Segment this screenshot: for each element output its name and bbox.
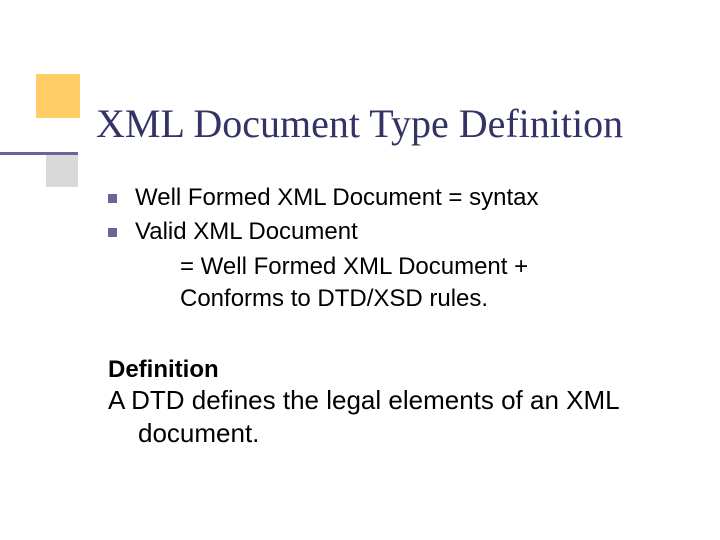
bullet-item: Valid XML Document [108,216,670,248]
sub-line: = Well Formed XML Document + [108,251,670,283]
definition-line: document. [108,417,670,451]
slide-content: Well Formed XML Document = syntax Valid … [108,182,670,451]
decor-square-top [36,74,80,118]
bullet-square-icon [108,228,117,237]
definition-line: A DTD defines the legal elements of an X… [108,384,670,418]
sub-line: Conforms to DTD/XSD rules. [108,283,670,315]
definition-text: A DTD defines the legal elements of an X… [108,384,670,452]
bullet-item: Well Formed XML Document = syntax [108,182,670,214]
definition-label: Definition [108,356,670,384]
slide-title: XML Document Type Definition [96,100,623,147]
bullet-text: Well Formed XML Document = syntax [135,182,538,214]
bullet-square-icon [108,194,117,203]
decor-square-bottom [46,155,78,187]
bullet-text: Valid XML Document [135,216,358,248]
definition-block: Definition A DTD defines the legal eleme… [108,356,670,452]
